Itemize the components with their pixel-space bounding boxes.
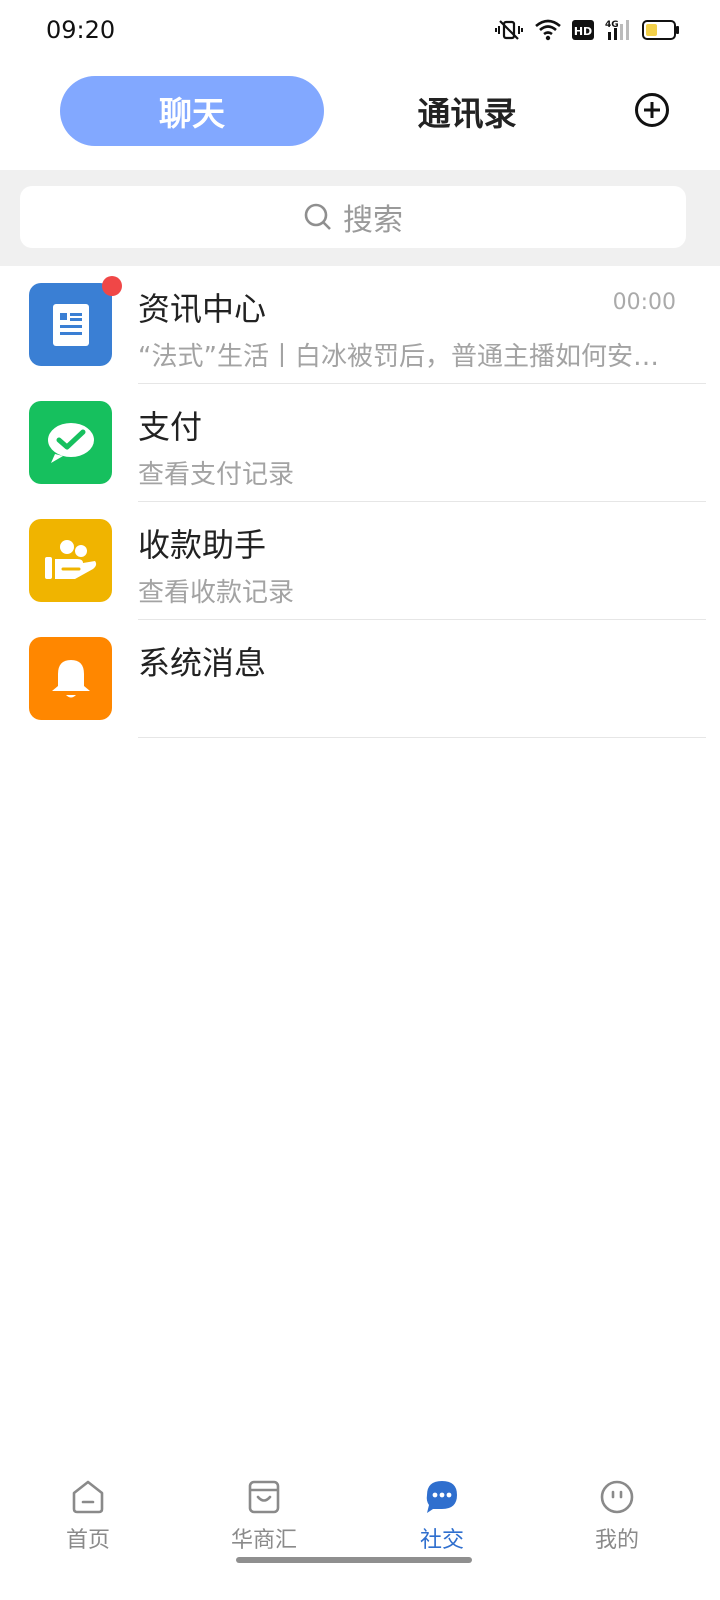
item-title: 资讯中心 (138, 290, 267, 328)
signal-icon: 4G (605, 20, 629, 40)
conversation-list: 资讯中心 00:00 “法式”生活丨白冰被罚后，普通主播如何安… 支付 查看支付… (0, 266, 720, 738)
item-title: 收款助手 (138, 526, 267, 564)
item-time: 00:00 (612, 290, 676, 315)
profile-icon (600, 1480, 634, 1514)
item-title: 支付 (138, 408, 203, 446)
news-icon (29, 283, 112, 366)
bell-icon (29, 637, 112, 720)
bottom-nav: 首页 华商汇 社交 我的 (0, 1470, 720, 1600)
nav-profile[interactable]: 我的 (557, 1478, 677, 1566)
list-item-receipt-assistant[interactable]: 收款助手 查看收款记录 (0, 502, 720, 620)
home-icon (72, 1480, 104, 1514)
search-input[interactable]: 搜索 (20, 186, 686, 248)
tab-contacts[interactable]: 通讯录 (390, 76, 544, 146)
item-subtitle: 查看收款记录 (138, 578, 295, 608)
wifi-icon (535, 19, 561, 41)
search-area: 搜索 (0, 170, 720, 266)
chat-bubble-icon (426, 1481, 457, 1513)
receipt-assistant-icon (29, 519, 112, 602)
nav-social-label: 社交 (419, 1528, 464, 1553)
status-time: 09:20 (46, 16, 116, 44)
unread-badge (102, 276, 122, 296)
add-button[interactable] (634, 92, 670, 128)
hd-icon: HD (572, 20, 594, 40)
nav-shop[interactable]: 华商汇 (204, 1478, 324, 1566)
list-item-payment[interactable]: 支付 查看支付记录 (0, 384, 720, 502)
divider (138, 737, 706, 738)
vibrate-mute-icon (495, 20, 523, 40)
list-item-news-center[interactable]: 资讯中心 00:00 “法式”生活丨白冰被罚后，普通主播如何安… (0, 266, 720, 384)
nav-social[interactable]: 社交 (382, 1478, 502, 1566)
nav-profile-label: 我的 (594, 1528, 639, 1553)
tab-chat-label: 聊天 (159, 94, 225, 133)
search-icon (304, 203, 331, 230)
tab-contacts-label: 通讯录 (417, 94, 517, 133)
hd-label: HD (574, 25, 592, 38)
status-icons: HD 4G (494, 18, 680, 42)
search-placeholder: 搜索 (343, 203, 403, 238)
item-subtitle: 查看支付记录 (138, 460, 295, 490)
nav-home[interactable]: 首页 (28, 1478, 148, 1566)
home-indicator[interactable] (236, 1557, 472, 1563)
item-subtitle: “法式”生活丨白冰被罚后，普通主播如何安… (138, 342, 659, 372)
plus-circle-icon (635, 93, 669, 127)
status-bar: 09:20 HD 4G (0, 0, 720, 64)
nav-home-label: 首页 (65, 1528, 110, 1553)
tab-chat[interactable]: 聊天 (60, 76, 324, 146)
nav-shop-label: 华商汇 (230, 1528, 297, 1553)
list-item-system-messages[interactable]: 系统消息 (0, 620, 720, 738)
battery-icon (642, 20, 679, 40)
top-tabs: 聊天 通讯录 (0, 70, 720, 156)
payment-icon (29, 401, 112, 484)
item-title: 系统消息 (138, 644, 267, 682)
shop-icon (248, 1480, 280, 1514)
